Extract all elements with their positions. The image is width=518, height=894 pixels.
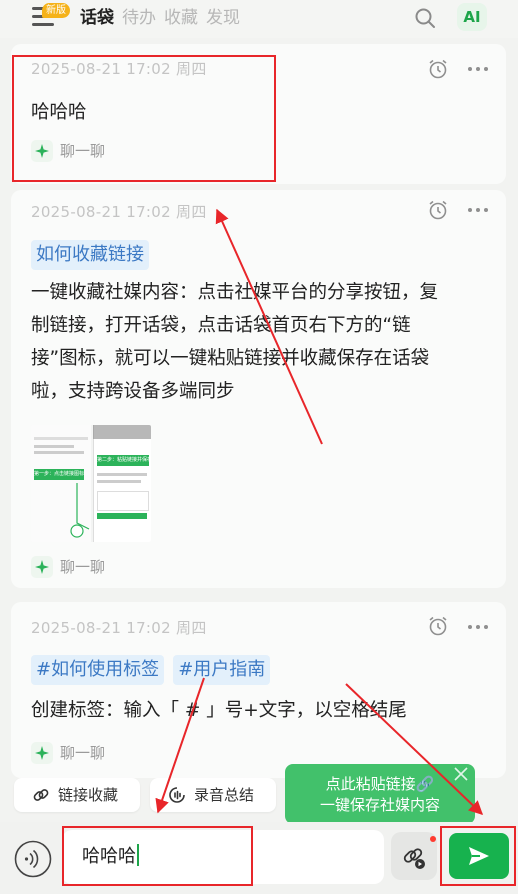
ai-button[interactable]: AI [457,3,487,31]
note-timestamp: 2025-08-21 17:02 周四 [31,60,207,78]
screenshot-thumbnail[interactable]: 第一步：点击链接图标 第二步：粘贴链接并保存 [31,425,151,542]
record-summary-label: 录音总结 [194,786,255,804]
chat-action[interactable]: 聊一聊 [31,742,121,764]
note-line: 接”图标，就可以一键粘贴链接并收藏保存在话袋 [31,348,430,369]
tooltip-line2: 一键保存社媒内容 [319,796,440,814]
record-summary-icon [169,787,185,803]
text-caret [137,844,139,866]
record-summary-button[interactable]: 录音总结 [150,778,276,812]
tag-chip[interactable]: 如何收藏链接 [31,240,149,270]
more-options-icon[interactable] [467,64,489,74]
note-timestamp: 2025-08-21 17:02 周四 [31,203,207,221]
new-version-badge: 新版 [42,3,70,18]
send-icon [469,847,489,865]
notification-dot [430,836,436,842]
top-tabs: 话袋 待办 收藏 发现 [80,4,240,32]
note-content: 一键收藏社媒内容：点击社媒平台的分享按钮，复 制链接，打开话袋，点击话袋首页右下… [31,276,438,408]
sparkle-icon [31,556,53,578]
close-icon[interactable] [453,766,469,782]
alarm-clock-icon[interactable] [427,199,449,221]
link-paste-icon [403,848,425,869]
message-input-value: 哈哈哈 [82,830,139,884]
alarm-clock-icon[interactable] [427,615,449,637]
alarm-clock-icon[interactable] [427,58,449,80]
note-card[interactable]: 2025-08-21 17:02 周四 哈哈哈 聊一聊 [11,44,506,184]
message-input[interactable]: 哈哈哈 [62,830,384,884]
link-collect-button[interactable]: 链接收藏 [14,778,140,812]
tag-chip[interactable]: #如何使用标签 [31,655,165,685]
more-options-icon[interactable] [467,205,489,215]
note-card[interactable]: 2025-08-21 17:02 周四 如何收藏链接 一键收藏社媒内容：点击社媒… [11,190,506,588]
chat-action[interactable]: 聊一聊 [31,556,121,578]
note-content: 哈哈哈 [31,102,87,123]
top-bar: 新版 话袋 待办 收藏 发现 AI [0,0,518,38]
tag-list: 如何收藏链接 [31,240,153,270]
voice-input-icon[interactable] [14,840,52,878]
more-options-icon[interactable] [467,622,489,632]
tab-huadai[interactable]: 话袋 [80,4,114,32]
paste-link-tooltip: 点此粘贴链接🔗 一键保存社媒内容 [285,764,475,824]
note-line: 啦，支持跨设备多端同步 [31,381,235,402]
note-line: 制链接，打开话袋，点击话袋首页右下方的“链 [31,315,411,336]
tooltip-line1: 点此粘贴链接🔗 [325,775,435,793]
note-timestamp: 2025-08-21 17:02 周四 [31,619,207,637]
tab-discover[interactable]: 发现 [206,4,240,32]
tab-todo[interactable]: 待办 [122,4,156,32]
chat-action[interactable]: 聊一聊 [31,140,121,162]
link-icon [33,789,49,801]
search-icon[interactable] [414,7,436,29]
chat-label: 聊一聊 [60,558,106,576]
sparkle-icon [31,140,53,162]
note-line: 一键收藏社媒内容：点击社媒平台的分享按钮，复 [31,282,439,303]
tag-list: #如何使用标签 #用户指南 [31,655,274,685]
chat-label: 聊一聊 [60,744,106,762]
tab-favorites[interactable]: 收藏 [164,4,198,32]
tag-chip[interactable]: #用户指南 [173,655,271,685]
send-button[interactable] [449,833,509,879]
note-card[interactable]: 2025-08-21 17:02 周四 #如何使用标签 #用户指南 创建标签：输… [11,602,506,778]
link-collect-label: 链接收藏 [58,786,119,804]
sparkle-icon [31,742,53,764]
chat-label: 聊一聊 [60,142,106,160]
note-content: 创建标签：输入「 # 」号+文字，以空格结尾 [31,700,407,721]
